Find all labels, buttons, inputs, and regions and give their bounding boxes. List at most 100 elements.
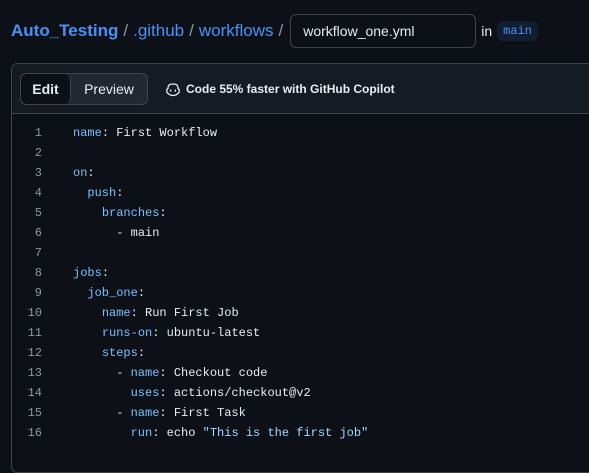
yaml-value: :: [87, 166, 95, 180]
line-content: run: echo "This is the first job": [73, 426, 369, 440]
breadcrumb-github-link[interactable]: .github: [133, 21, 184, 41]
line-number: 15: [27, 406, 42, 420]
line-indent: -: [73, 406, 131, 420]
line-number: 7: [34, 246, 42, 260]
line-content: on:: [73, 166, 95, 180]
line-number: 11: [27, 326, 42, 340]
yaml-value: :: [116, 186, 124, 200]
code-line: 12 steps:: [12, 343, 589, 363]
code-line: 13 - name: Checkout code: [12, 363, 589, 383]
code-line: 10 name: Run First Job: [12, 303, 589, 323]
yaml-value: : First Workflow: [101, 126, 218, 140]
breadcrumb: Auto_Testing / .github / workflows / in …: [0, 0, 589, 62]
line-number: 9: [34, 286, 42, 300]
code-line: 14 uses: actions/checkout@v2: [12, 383, 589, 403]
line-number: 13: [27, 366, 42, 380]
yaml-value: : Checkout code: [159, 366, 268, 380]
line-content: push:: [73, 186, 123, 200]
line-content: - name: Checkout code: [73, 366, 267, 380]
edit-preview-tabs: Edit Preview: [20, 72, 148, 105]
line-content: name: Run First Job: [73, 306, 239, 320]
code-line: 16 run: echo "This is the first job": [12, 423, 589, 443]
code-line: 1 name: First Workflow: [12, 123, 589, 143]
line-number: 5: [34, 206, 42, 220]
line-number: 10: [27, 306, 42, 320]
copilot-promo-text: Code 55% faster with GitHub Copilot: [186, 81, 395, 96]
in-label: in: [481, 23, 493, 39]
line-number: 8: [34, 266, 42, 280]
yaml-value: :: [137, 286, 146, 300]
line-content: job_one:: [73, 286, 145, 300]
yaml-value: :: [137, 346, 146, 360]
yaml-key: name: [130, 406, 160, 420]
yaml-key: uses: [130, 386, 160, 400]
code-line: 4 push:: [12, 183, 589, 203]
tab-edit[interactable]: Edit: [21, 73, 71, 104]
line-content: branches:: [73, 206, 167, 220]
line-number: 3: [34, 166, 42, 180]
yaml-value: : echo: [152, 426, 203, 440]
code-line: 5 branches:: [12, 203, 589, 223]
line-content: - main: [73, 226, 159, 240]
breadcrumb-separator: /: [123, 21, 129, 40]
line-indent: -: [73, 366, 131, 380]
copilot-icon: [166, 82, 180, 96]
code-line: 11 runs-on: ubuntu-latest: [12, 323, 589, 343]
yaml-key: name: [101, 306, 131, 320]
breadcrumb-repo-link[interactable]: Auto_Testing: [11, 21, 118, 41]
breadcrumb-workflows-link[interactable]: workflows: [199, 21, 274, 41]
line-content: - name: First Task: [73, 406, 246, 420]
yaml-key: branches: [101, 206, 160, 220]
line-content: uses: actions/checkout@v2: [73, 386, 311, 400]
editor-toolbar: Edit Preview Code 55% faster with GitHub…: [12, 64, 589, 114]
line-content: name: First Workflow: [73, 126, 217, 140]
yaml-value: : Run First Job: [130, 306, 239, 320]
yaml-value: : ubuntu-latest: [152, 326, 261, 340]
code-editor[interactable]: Edit Preview Code 55% faster with GitHub…: [11, 63, 589, 473]
yaml-value: : First Task: [159, 406, 246, 420]
yaml-key: push: [87, 186, 117, 200]
breadcrumb-separator: /: [189, 21, 194, 40]
copilot-promo[interactable]: Code 55% faster with GitHub Copilot: [165, 81, 395, 97]
yaml-key: name: [130, 366, 160, 380]
line-number: 14: [27, 386, 42, 400]
line-number: 2: [34, 146, 42, 160]
tab-preview[interactable]: Preview: [71, 74, 147, 104]
yaml-value: : actions/checkout@v2: [159, 386, 311, 400]
code-area[interactable]: 1 name: First Workflow 2 3 on: 4 push: 5 branc…: [12, 114, 589, 443]
line-number: 12: [27, 346, 42, 360]
code-line: 7: [12, 243, 589, 263]
code-line: 8 jobs:: [12, 263, 589, 283]
yaml-key: runs-on: [101, 326, 153, 340]
code-line: 3 on:: [12, 163, 589, 183]
line-content: steps:: [73, 346, 145, 360]
line-number: 4: [34, 186, 42, 200]
yaml-key: jobs: [73, 266, 102, 280]
yaml-value: :: [101, 266, 110, 280]
filename-input[interactable]: [290, 14, 477, 48]
yaml-key: name: [73, 126, 102, 140]
line-content: runs-on: ubuntu-latest: [73, 326, 260, 340]
yaml-key: job_one: [87, 286, 138, 300]
code-line: 2: [12, 143, 589, 163]
yaml-key: steps: [101, 346, 138, 360]
branch-badge: main: [497, 21, 538, 41]
code-line: 15 - name: First Task: [12, 403, 589, 423]
yaml-value: - main: [116, 226, 160, 240]
line-number: 1: [34, 126, 42, 140]
code-line: 9 job_one:: [12, 283, 589, 303]
code-line: 6 - main: [12, 223, 589, 243]
line-number: 16: [27, 426, 42, 440]
yaml-key: run: [130, 426, 153, 440]
yaml-key: on: [73, 166, 88, 180]
yaml-string: "This is the first job": [202, 426, 369, 440]
